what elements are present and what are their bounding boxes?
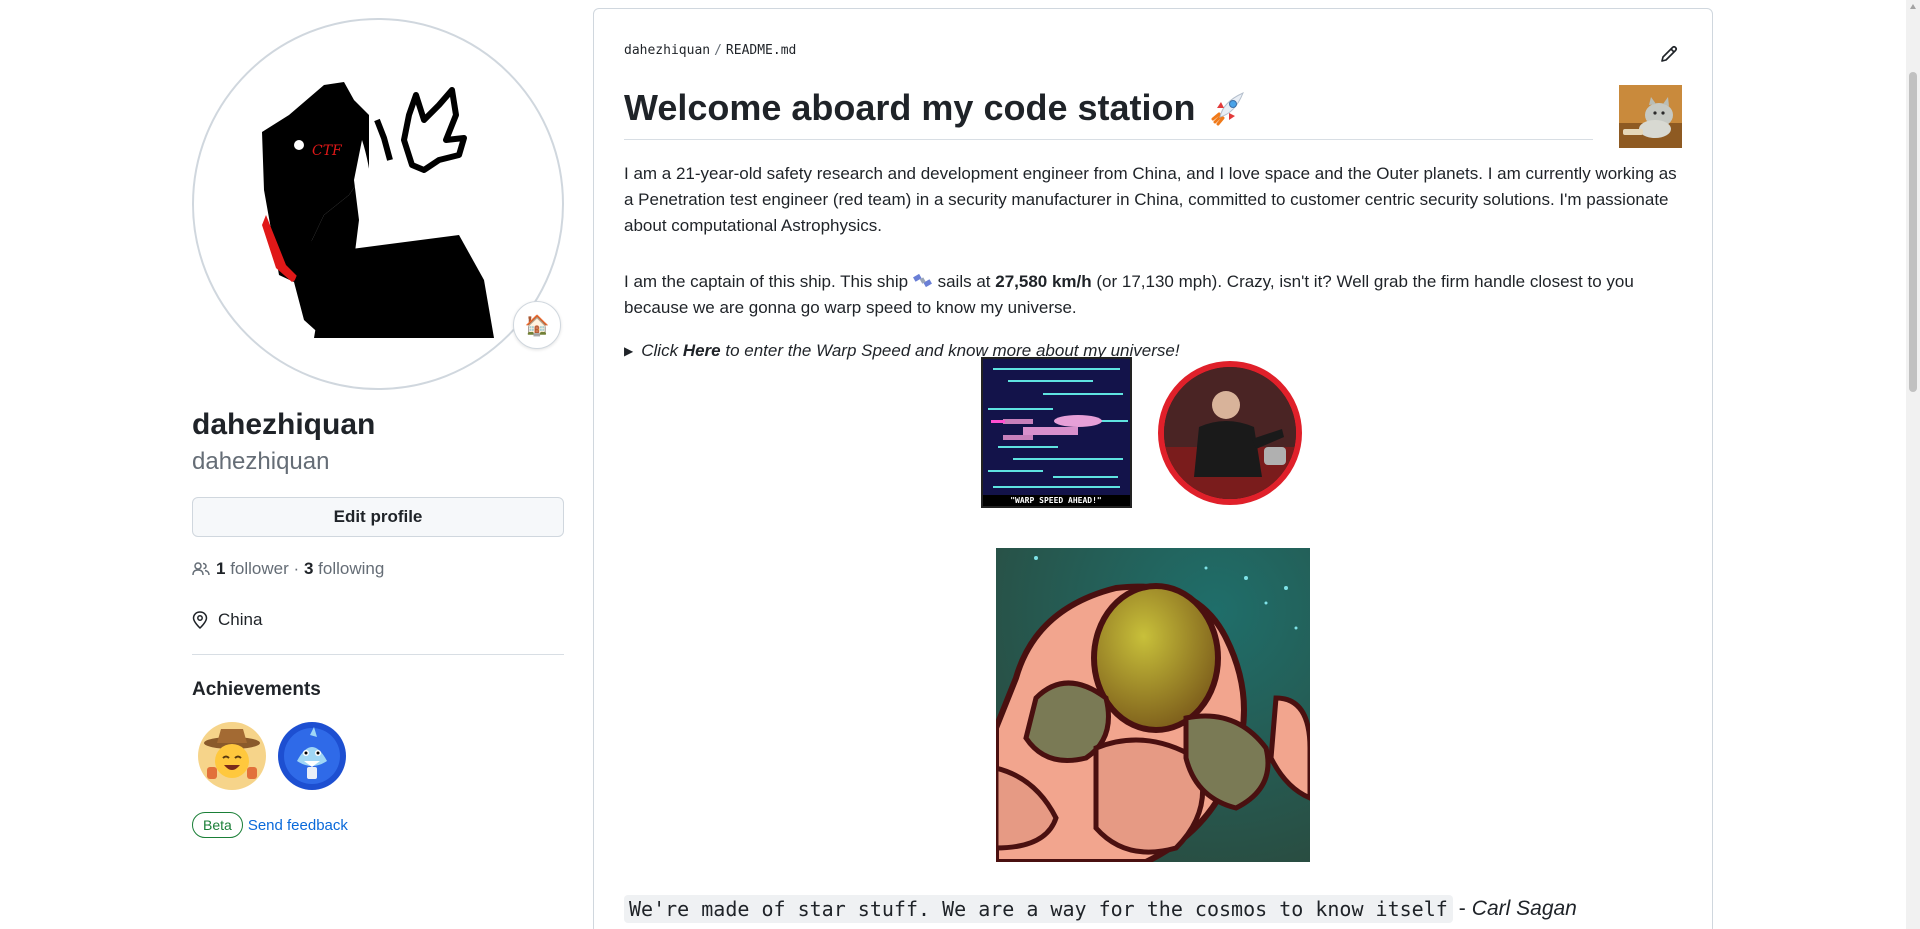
details-text-a: Click bbox=[641, 341, 679, 360]
captain-text-b: sails at bbox=[937, 272, 991, 291]
ship-speed: 27,580 km/h bbox=[995, 272, 1092, 291]
shark-badge-icon bbox=[278, 722, 346, 790]
readme-intro-paragraph: I am a 21-year-old safety research and d… bbox=[624, 164, 1677, 235]
achievement-badge-cowboy[interactable] bbox=[197, 721, 267, 791]
readme-breadcrumb: dahezhiquan / README.md bbox=[624, 43, 796, 58]
captain-text-a: I am the captain of this ship. This ship bbox=[624, 272, 909, 291]
readme-card: dahezhiquan / README.md Welcome aboard my … bbox=[593, 8, 1713, 929]
profile-full-name: dahezhiquan bbox=[192, 408, 376, 441]
details-here: Here bbox=[682, 341, 721, 360]
quote-author: Carl Sagan bbox=[1471, 897, 1577, 920]
send-feedback-link[interactable]: Send feedback bbox=[248, 817, 348, 834]
avatar[interactable]: CTF bbox=[192, 18, 564, 390]
sidebar-divider bbox=[192, 654, 564, 655]
achievements-title: Achievements bbox=[192, 679, 321, 700]
location-pin-icon bbox=[192, 611, 208, 629]
followers-link[interactable]: 1 follower bbox=[192, 559, 289, 579]
following-count: 3 bbox=[303, 559, 314, 578]
cat-thumbnail-image bbox=[1619, 85, 1682, 148]
satellite-icon bbox=[912, 273, 932, 288]
astronaut-image bbox=[996, 548, 1310, 862]
people-icon bbox=[192, 562, 210, 576]
svg-text:"WARP SPEED AHEAD!": "WARP SPEED AHEAD!" bbox=[1010, 496, 1102, 505]
house-icon: 🏠 bbox=[524, 314, 550, 337]
rocket-icon bbox=[1211, 92, 1245, 126]
avatar-container: CTF 🏠 bbox=[192, 18, 564, 390]
deer-logo-icon: CTF bbox=[262, 82, 494, 338]
status-emoji-button[interactable]: 🏠 bbox=[513, 301, 561, 349]
captain-photo-icon bbox=[1164, 367, 1296, 499]
quote-dash: - bbox=[1458, 897, 1466, 920]
profile-username: dahezhiquan bbox=[192, 448, 330, 475]
follow-stats: 1 follower · 3 following bbox=[192, 559, 384, 579]
readme-captain-paragraph: I am the captain of this ship. This ship… bbox=[624, 269, 1684, 321]
stats-separator: · bbox=[293, 559, 300, 578]
beta-feedback-row: Beta Send feedback bbox=[192, 812, 348, 838]
starship-warp-icon: "WARP SPEED AHEAD!" bbox=[983, 359, 1130, 506]
scrollbar-thumb[interactable] bbox=[1909, 72, 1917, 392]
breadcrumb-separator: / bbox=[714, 43, 722, 58]
readme-title-text: Welcome aboard my code station bbox=[624, 87, 1196, 128]
svg-text:CTF: CTF bbox=[312, 143, 343, 159]
followers-label: follower bbox=[230, 559, 289, 578]
achievement-badge-shark[interactable] bbox=[277, 721, 347, 791]
disclosure-triangle-icon: ▶ bbox=[624, 344, 634, 358]
astronaut-illustration-icon bbox=[996, 548, 1310, 862]
cowboy-badge-icon bbox=[198, 722, 266, 790]
scroll-up-arrow-icon[interactable] bbox=[1910, 4, 1916, 9]
edit-profile-button[interactable]: Edit profile bbox=[192, 497, 564, 537]
quote-code: We're made of star stuff. We are a way f… bbox=[624, 895, 1453, 923]
carl-sagan-quote: We're made of star stuff. We are a way f… bbox=[624, 895, 1577, 923]
followers-count: 1 bbox=[216, 559, 226, 578]
following-link[interactable]: 3 following bbox=[304, 559, 384, 579]
location: China bbox=[192, 610, 262, 630]
captain-portrait-image bbox=[1158, 361, 1302, 505]
edit-pencil-icon[interactable] bbox=[1659, 44, 1679, 64]
following-label: following bbox=[318, 559, 385, 578]
breadcrumb-file: README.md bbox=[725, 43, 797, 58]
location-text: China bbox=[218, 610, 263, 629]
warp-speed-gif: "WARP SPEED AHEAD!" bbox=[981, 357, 1132, 508]
cat-image-icon bbox=[1619, 85, 1682, 148]
breadcrumb-owner-link[interactable]: dahezhiquan bbox=[624, 43, 710, 58]
readme-title: Welcome aboard my code station bbox=[624, 87, 1593, 140]
beta-badge: Beta bbox=[192, 812, 243, 838]
